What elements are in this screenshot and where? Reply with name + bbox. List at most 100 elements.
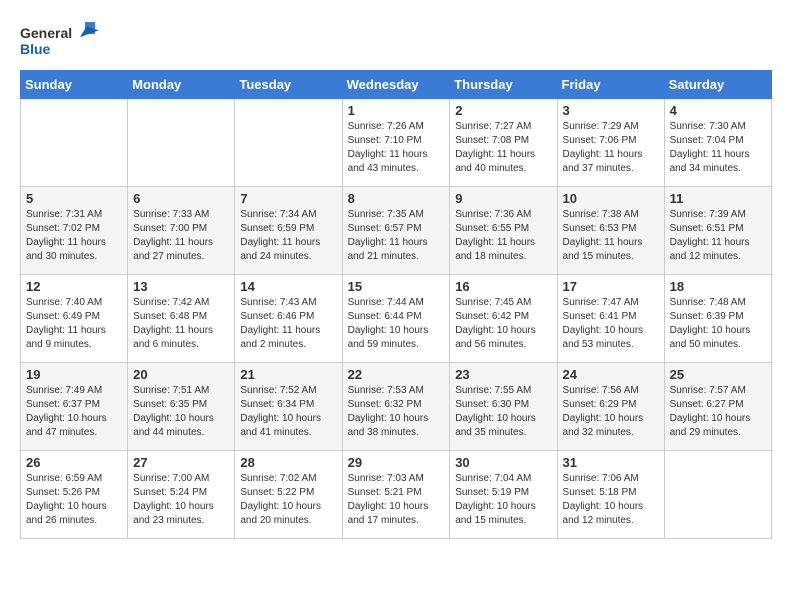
- day-cell-2: 2 Sunrise: 7:27 AM Sunset: 7:08 PM Daylig…: [450, 99, 557, 187]
- day-cell-14: 14 Sunrise: 7:43 AM Sunset: 6:46 PM Dayli…: [235, 275, 342, 363]
- day-number: 12: [26, 279, 122, 294]
- day-info: Sunrise: 7:36 AM Sunset: 6:55 PM Dayligh…: [455, 208, 551, 264]
- header-saturday: Saturday: [664, 71, 771, 99]
- header-tuesday: Tuesday: [235, 71, 342, 99]
- day-cell-30: 30 Sunrise: 7:04 AM Sunset: 5:19 PM Dayli…: [450, 451, 557, 539]
- week-row-2: 12Sunrise: 7:40 AM Sunset: 6:49 PM Dayli…: [21, 275, 772, 363]
- header-friday: Friday: [557, 71, 664, 99]
- day-number: 18: [670, 279, 766, 294]
- day-cell-1: 1Sunrise: 7:26 AM Sunset: 7:10 PM Daylig…: [342, 99, 450, 187]
- day-number: 14: [240, 279, 336, 294]
- day-info: Sunrise: 7:47 AM Sunset: 6:41 PM Dayligh…: [563, 296, 659, 352]
- day-number: 21: [240, 367, 336, 382]
- day-number: 16: [455, 279, 551, 294]
- day-number: 25: [670, 367, 766, 382]
- day-info: Sunrise: 7:03 AM Sunset: 5:21 PM Dayligh…: [348, 472, 445, 528]
- day-info: Sunrise: 7:45 AM Sunset: 6:42 PM Dayligh…: [455, 296, 551, 352]
- day-cell-13: 13 Sunrise: 7:42 AM Sunset: 6:48 PM Dayli…: [128, 275, 235, 363]
- day-cell-3: 3 Sunrise: 7:29 AM Sunset: 7:06 PM Daylig…: [557, 99, 664, 187]
- day-number: 28: [240, 455, 336, 470]
- day-cell-11: 11Sunrise: 7:39 AM Sunset: 6:51 PM Dayli…: [664, 187, 771, 275]
- day-info: Sunrise: 7:33 AM Sunset: 7:00 PM Dayligh…: [133, 208, 229, 264]
- day-info: Sunrise: 6:59 AM Sunset: 5:26 PM Dayligh…: [26, 472, 122, 528]
- day-number: 23: [455, 367, 551, 382]
- day-info: Sunrise: 7:29 AM Sunset: 7:06 PM Dayligh…: [563, 120, 659, 176]
- day-cell-7: 7Sunrise: 7:34 AM Sunset: 6:59 PM Daylig…: [235, 187, 342, 275]
- day-cell-21: 21 Sunrise: 7:52 AM Sunset: 6:34 PM Dayli…: [235, 363, 342, 451]
- header-sunday: Sunday: [21, 71, 128, 99]
- day-cell-12: 12Sunrise: 7:40 AM Sunset: 6:49 PM Dayli…: [21, 275, 128, 363]
- day-number: 3: [563, 103, 659, 118]
- day-number: 8: [348, 191, 445, 206]
- day-number: 15: [348, 279, 445, 294]
- day-info: Sunrise: 7:34 AM Sunset: 6:59 PM Dayligh…: [240, 208, 336, 264]
- calendar-table: SundayMondayTuesdayWednesdayThursdayFrid…: [20, 70, 772, 539]
- logo: General Blue: [20, 20, 104, 60]
- svg-text:General: General: [20, 25, 72, 41]
- day-number: 2: [455, 103, 551, 118]
- day-cell-20: 20Sunrise: 7:51 AM Sunset: 6:35 PM Dayli…: [128, 363, 235, 451]
- day-info: Sunrise: 7:02 AM Sunset: 5:22 PM Dayligh…: [240, 472, 336, 528]
- week-row-4: 26 Sunrise: 6:59 AM Sunset: 5:26 PM Dayli…: [21, 451, 772, 539]
- logo-icon: General Blue: [20, 20, 100, 60]
- day-number: 20: [133, 367, 229, 382]
- day-info: Sunrise: 7:27 AM Sunset: 7:08 PM Dayligh…: [455, 120, 551, 176]
- day-info: Sunrise: 7:49 AM Sunset: 6:37 PM Dayligh…: [26, 384, 122, 440]
- day-number: 17: [563, 279, 659, 294]
- day-info: Sunrise: 7:04 AM Sunset: 5:19 PM Dayligh…: [455, 472, 551, 528]
- empty-cell: [21, 99, 128, 187]
- day-number: 29: [348, 455, 445, 470]
- day-number: 13: [133, 279, 229, 294]
- day-info: Sunrise: 7:53 AM Sunset: 6:32 PM Dayligh…: [348, 384, 445, 440]
- day-number: 30: [455, 455, 551, 470]
- day-info: Sunrise: 7:55 AM Sunset: 6:30 PM Dayligh…: [455, 384, 551, 440]
- day-cell-29: 29 Sunrise: 7:03 AM Sunset: 5:21 PM Dayli…: [342, 451, 450, 539]
- day-info: Sunrise: 7:56 AM Sunset: 6:29 PM Dayligh…: [563, 384, 659, 440]
- day-info: Sunrise: 7:38 AM Sunset: 6:53 PM Dayligh…: [563, 208, 659, 264]
- day-info: Sunrise: 7:48 AM Sunset: 6:39 PM Dayligh…: [670, 296, 766, 352]
- week-row-1: 5Sunrise: 7:31 AM Sunset: 7:02 PM Daylig…: [21, 187, 772, 275]
- day-info: Sunrise: 7:43 AM Sunset: 6:46 PM Dayligh…: [240, 296, 336, 352]
- day-cell-4: 4Sunrise: 7:30 AM Sunset: 7:04 PM Daylig…: [664, 99, 771, 187]
- day-number: 9: [455, 191, 551, 206]
- day-cell-22: 22Sunrise: 7:53 AM Sunset: 6:32 PM Dayli…: [342, 363, 450, 451]
- day-number: 24: [563, 367, 659, 382]
- day-cell-8: 8 Sunrise: 7:35 AM Sunset: 6:57 PM Daylig…: [342, 187, 450, 275]
- day-cell-24: 24 Sunrise: 7:56 AM Sunset: 6:29 PM Dayli…: [557, 363, 664, 451]
- day-cell-23: 23 Sunrise: 7:55 AM Sunset: 6:30 PM Dayli…: [450, 363, 557, 451]
- week-row-3: 19Sunrise: 7:49 AM Sunset: 6:37 PM Dayli…: [21, 363, 772, 451]
- svg-text:Blue: Blue: [20, 41, 51, 57]
- day-number: 4: [670, 103, 766, 118]
- day-cell-28: 28 Sunrise: 7:02 AM Sunset: 5:22 PM Dayli…: [235, 451, 342, 539]
- day-number: 26: [26, 455, 122, 470]
- day-info: Sunrise: 7:35 AM Sunset: 6:57 PM Dayligh…: [348, 208, 445, 264]
- empty-cell: [664, 451, 771, 539]
- day-cell-31: 31Sunrise: 7:06 AM Sunset: 5:18 PM Dayli…: [557, 451, 664, 539]
- header-monday: Monday: [128, 71, 235, 99]
- day-number: 6: [133, 191, 229, 206]
- day-cell-27: 27 Sunrise: 7:00 AM Sunset: 5:24 PM Dayli…: [128, 451, 235, 539]
- day-header-row: SundayMondayTuesdayWednesdayThursdayFrid…: [21, 71, 772, 99]
- day-info: Sunrise: 7:00 AM Sunset: 5:24 PM Dayligh…: [133, 472, 229, 528]
- header-wednesday: Wednesday: [342, 71, 450, 99]
- day-info: Sunrise: 7:42 AM Sunset: 6:48 PM Dayligh…: [133, 296, 229, 352]
- empty-cell: [235, 99, 342, 187]
- day-info: Sunrise: 7:57 AM Sunset: 6:27 PM Dayligh…: [670, 384, 766, 440]
- day-number: 5: [26, 191, 122, 206]
- week-row-0: 1Sunrise: 7:26 AM Sunset: 7:10 PM Daylig…: [21, 99, 772, 187]
- day-cell-26: 26 Sunrise: 6:59 AM Sunset: 5:26 PM Dayli…: [21, 451, 128, 539]
- day-cell-25: 25 Sunrise: 7:57 AM Sunset: 6:27 PM Dayli…: [664, 363, 771, 451]
- day-cell-9: 9 Sunrise: 7:36 AM Sunset: 6:55 PM Daylig…: [450, 187, 557, 275]
- day-info: Sunrise: 7:52 AM Sunset: 6:34 PM Dayligh…: [240, 384, 336, 440]
- day-number: 27: [133, 455, 229, 470]
- day-number: 1: [348, 103, 445, 118]
- day-cell-6: 6 Sunrise: 7:33 AM Sunset: 7:00 PM Daylig…: [128, 187, 235, 275]
- day-info: Sunrise: 7:39 AM Sunset: 6:51 PM Dayligh…: [670, 208, 766, 264]
- day-info: Sunrise: 7:44 AM Sunset: 6:44 PM Dayligh…: [348, 296, 445, 352]
- header-thursday: Thursday: [450, 71, 557, 99]
- day-cell-10: 10Sunrise: 7:38 AM Sunset: 6:53 PM Dayli…: [557, 187, 664, 275]
- day-cell-16: 16 Sunrise: 7:45 AM Sunset: 6:42 PM Dayli…: [450, 275, 557, 363]
- empty-cell: [128, 99, 235, 187]
- day-cell-15: 15 Sunrise: 7:44 AM Sunset: 6:44 PM Dayli…: [342, 275, 450, 363]
- page-header: General Blue: [20, 20, 772, 60]
